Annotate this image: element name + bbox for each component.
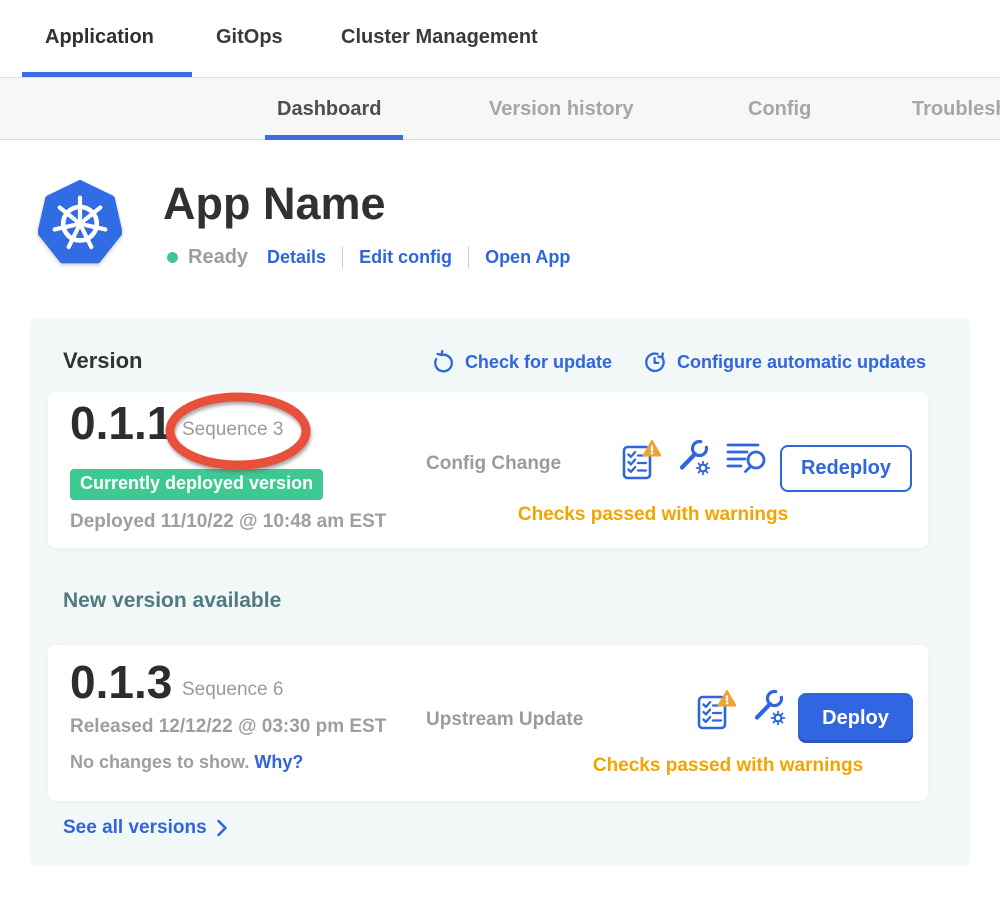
divider (468, 246, 469, 268)
preflight-checklist-warning-icon[interactable] (696, 689, 736, 731)
tab-dashboard[interactable]: Dashboard (277, 98, 381, 121)
top-nav: Application GitOps Cluster Management (0, 0, 1000, 77)
tab-troubleshoot[interactable]: Troubleshoot (912, 98, 1000, 121)
app-status-row: Ready Details Edit config Open App (167, 244, 570, 270)
active-subtab-underline (265, 135, 403, 140)
tab-cluster-management[interactable]: Cluster Management (341, 26, 538, 49)
current-version-card: 0.1.1 Sequence 3 Currently deployed vers… (48, 392, 928, 548)
see-all-versions-label: See all versions (63, 817, 207, 839)
available-version-number: 0.1.3 (70, 655, 172, 709)
tab-version-history[interactable]: Version history (489, 98, 634, 121)
new-version-heading: New version available (63, 589, 281, 613)
available-version-card: 0.1.3 Sequence 6 Released 12/12/22 @ 03:… (48, 645, 928, 801)
details-link[interactable]: Details (267, 247, 326, 268)
tab-config[interactable]: Config (748, 98, 811, 121)
sub-nav: Dashboard Version history Config Trouble… (0, 77, 1000, 140)
refresh-icon (431, 350, 456, 375)
clock-refresh-icon (642, 349, 668, 375)
lines-magnifier-icon[interactable] (725, 439, 771, 475)
available-version-action-icons (696, 689, 787, 731)
redeploy-button[interactable]: Redeploy (780, 445, 912, 492)
version-panel: Version Check for update Configure autom… (30, 318, 970, 866)
check-for-update-label: Check for update (465, 352, 612, 373)
deployed-timestamp: Deployed 11/10/22 @ 10:48 am EST (70, 511, 386, 533)
ready-status-dot-icon (167, 252, 178, 263)
divider (342, 246, 343, 268)
current-version-number: 0.1.1 (70, 396, 172, 450)
no-changes-note: No changes to show. Why? (70, 752, 303, 773)
currently-deployed-badge: Currently deployed version (70, 469, 323, 500)
version-section-title: Version (63, 348, 142, 374)
wrench-gear-icon[interactable] (674, 439, 712, 477)
no-changes-text: No changes to show. (70, 752, 249, 772)
available-source-type: Upstream Update (426, 709, 583, 731)
kubernetes-logo-icon (38, 180, 122, 264)
wrench-gear-icon[interactable] (749, 689, 787, 727)
tab-application[interactable]: Application (45, 26, 154, 49)
check-for-update-link[interactable]: Check for update (431, 350, 612, 375)
admin-console-page: Application GitOps Cluster Management Da… (0, 0, 1000, 898)
page-title: App Name (163, 178, 386, 230)
current-version-sequence: Sequence 3 (182, 419, 283, 441)
current-checks-status: Checks passed with warnings (468, 504, 838, 526)
configure-automatic-updates-label: Configure automatic updates (677, 352, 926, 373)
current-version-action-icons (621, 439, 771, 481)
preflight-checklist-warning-icon[interactable] (621, 439, 661, 481)
configure-automatic-updates-link[interactable]: Configure automatic updates (642, 349, 926, 375)
released-timestamp: Released 12/12/22 @ 03:30 pm EST (70, 716, 386, 738)
current-source-type: Config Change (426, 453, 561, 475)
available-checks-status: Checks passed with warnings (543, 755, 913, 777)
edit-config-link[interactable]: Edit config (359, 247, 452, 268)
why-link[interactable]: Why? (254, 752, 303, 772)
available-version-sequence: Sequence 6 (182, 679, 283, 701)
see-all-versions-link[interactable]: See all versions (63, 817, 228, 839)
deploy-button[interactable]: Deploy (798, 693, 913, 743)
tab-gitops[interactable]: GitOps (216, 26, 283, 49)
open-app-link[interactable]: Open App (485, 247, 570, 268)
status-label: Ready (188, 246, 248, 269)
chevron-right-icon (216, 819, 228, 837)
version-actions: Check for update Configure automatic upd… (431, 349, 926, 375)
